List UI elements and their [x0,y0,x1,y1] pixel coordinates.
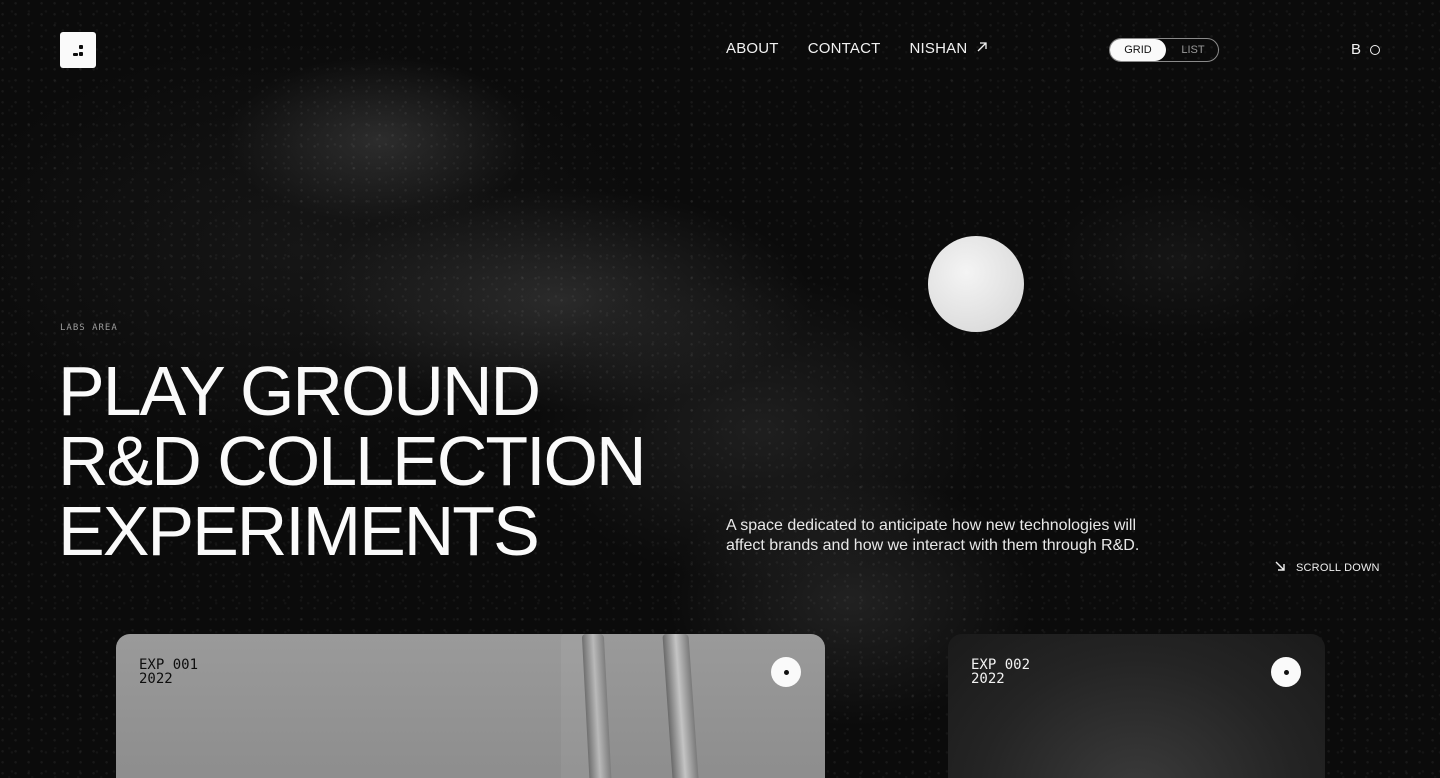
view-toggle: GRID LIST [1109,38,1219,62]
nav-about-label: ABOUT [726,40,779,57]
card-open-button[interactable] [1271,657,1301,687]
scroll-down-label: SCROLL DOWN [1296,561,1380,574]
circle-icon[interactable] [1370,45,1380,55]
hero-tagline: A space dedicated to anticipate how new … [726,517,1140,554]
card-year: 2022 [139,671,173,687]
nav-nishan-label: NISHAN [909,40,968,57]
logo-mark [79,52,83,56]
nav-nishan-link[interactable]: NISHAN [909,40,988,57]
experiment-card[interactable]: EXP 002 2022 [948,634,1325,778]
headline-line-2: R&D COLLECTION [58,422,647,500]
page-title: PLAY GROUND R&D COLLECTION EXPERIMENTS [58,352,647,570]
list-view-option[interactable]: LIST [1168,39,1218,61]
card-open-button[interactable] [771,657,801,687]
logo[interactable] [60,32,96,68]
nav-contact-label: CONTACT [807,40,881,57]
page: ABOUT CONTACT NISHAN GRID LIST B LABS AR… [0,0,1440,778]
arrow-down-right-icon [1274,560,1286,575]
card-label: EXP 002 2022 [971,658,1030,686]
card-image [662,634,700,778]
card-label: EXP 001 2022 [139,658,198,686]
experiment-card[interactable]: EXP 001 2022 [116,634,825,778]
card-id: EXP 001 [139,657,199,673]
section-eyebrow: LABS AREA [60,323,118,333]
grid-view-option[interactable]: GRID [1110,39,1166,61]
arrow-up-right-icon [977,41,988,54]
headline-line-1: PLAY GROUND [58,352,541,430]
nav-about-link[interactable]: ABOUT [726,40,779,57]
main-nav: ABOUT CONTACT NISHAN [726,40,988,57]
card-year: 2022 [971,671,1005,687]
moon-orb [928,236,1024,332]
logo-mark [73,53,78,56]
logo-mark [79,45,83,49]
headline-line-3: EXPERIMENTS [58,492,540,570]
card-id: EXP 002 [971,657,1031,673]
scroll-down-button[interactable]: SCROLL DOWN [1274,560,1380,575]
nav-contact-link[interactable]: CONTACT [808,40,881,57]
brand-letter[interactable]: B [1351,41,1361,58]
